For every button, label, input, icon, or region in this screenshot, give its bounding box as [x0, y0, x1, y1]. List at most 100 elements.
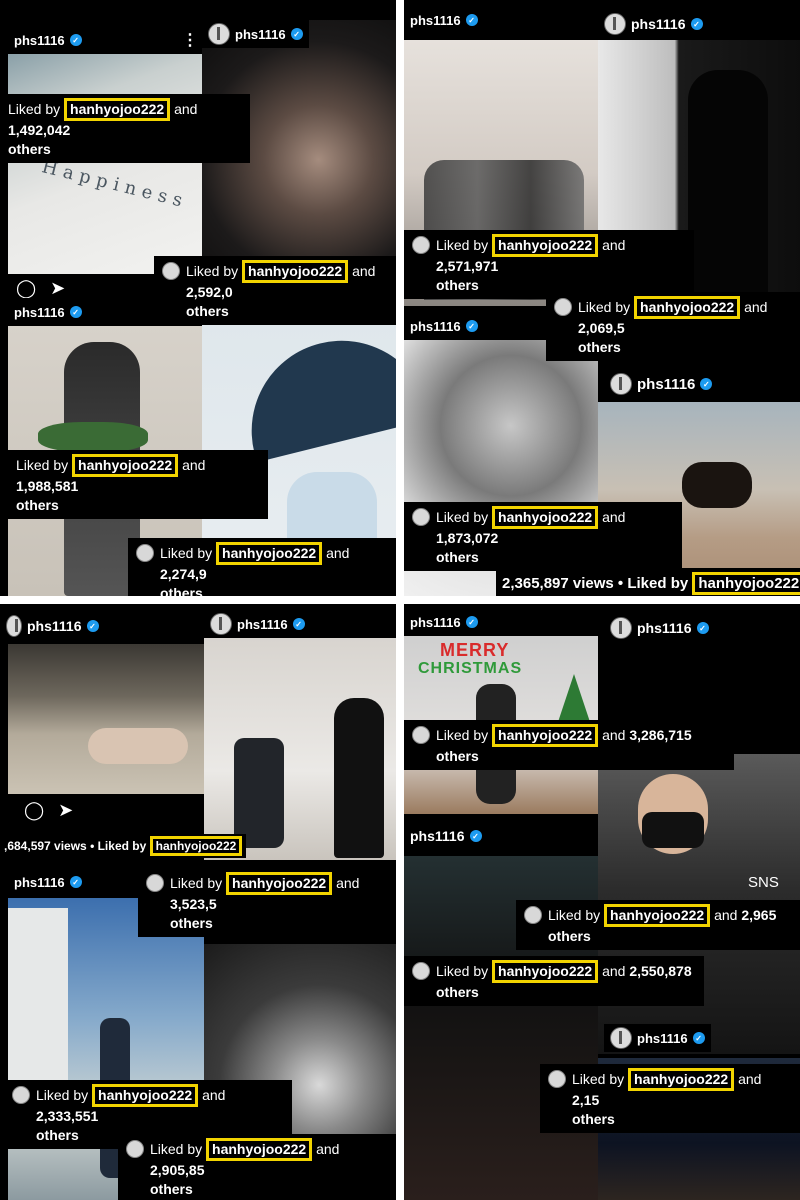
verified-icon: ✓ [465, 320, 478, 332]
post-image-hallway-pose[interactable] [204, 638, 396, 860]
post-header[interactable]: phs1116 ✓ [202, 20, 309, 48]
username[interactable]: phs1116 [637, 376, 695, 393]
likes-caption: Liked by hanhyojoo222 and 2,571,971 other… [404, 230, 694, 299]
verified-icon: ✓ [469, 830, 482, 842]
like-count: 2,592,0 [186, 284, 233, 300]
liker-username[interactable]: hanhyojoo222 [206, 1138, 313, 1161]
comment-icon[interactable]: ◯ [16, 278, 36, 299]
avatar-icon[interactable] [610, 373, 632, 395]
avatar-icon[interactable] [610, 617, 632, 639]
avatar-icon [126, 1140, 144, 1158]
sns-text: SNS [748, 874, 779, 891]
likes-caption: Liked by hanhyojoo222 and 1,873,072 other… [404, 502, 682, 571]
username[interactable]: phs1116 [410, 13, 461, 28]
avatar-icon[interactable] [6, 615, 22, 637]
like-count: 2,15 [572, 1092, 600, 1108]
avatar-icon [146, 874, 164, 892]
username[interactable]: phs1116 [637, 620, 692, 636]
verified-icon: ✓ [69, 876, 82, 888]
post-header[interactable]: phs1116 ✓ [404, 822, 598, 850]
building-left [8, 908, 68, 1108]
more-options-icon[interactable]: ⋮ [182, 30, 198, 50]
like-count: 1,873,072 [436, 530, 499, 546]
username[interactable]: phs1116 [410, 319, 461, 334]
avatar-icon [554, 298, 572, 316]
like-count: 2,571,971 [436, 258, 499, 274]
like-count: 2,550,878 [629, 963, 692, 979]
post-header[interactable]: phs1116 ✓ [8, 26, 202, 54]
post-header[interactable]: phs1116 ✓ [604, 614, 715, 642]
liker-username[interactable]: hanhyojoo222 [634, 296, 741, 319]
verified-icon: ✓ [696, 622, 709, 634]
verified-icon: ✓ [86, 620, 99, 632]
username[interactable]: phs1116 [14, 875, 65, 890]
liker-username[interactable]: hanhyojoo222 [492, 724, 599, 747]
username[interactable]: phs1116 [637, 1031, 688, 1046]
collage-panel-bottom-right: MERRY CHRISTMAS SNS phs1116 ✓ phs1116 ✓ … [404, 604, 800, 1200]
username[interactable]: phs1116 [14, 305, 65, 320]
avatar-icon[interactable] [604, 13, 626, 35]
avatar-icon[interactable] [610, 1027, 632, 1049]
avatar-icon [162, 262, 180, 280]
post-actions: ◯ ➤ [16, 278, 65, 299]
liker-username[interactable]: hanhyojoo222 [72, 454, 179, 477]
christmas-text: CHRISTMAS [418, 660, 523, 677]
liker-username[interactable]: hanhyojoo222 [64, 98, 171, 121]
like-count: 1,988,581 [16, 478, 79, 494]
username[interactable]: phs1116 [410, 615, 461, 630]
liker-username[interactable]: hanhyojoo222 [692, 572, 800, 595]
plant-leaves [38, 422, 148, 452]
post-header[interactable]: phs1116 ✓ [404, 608, 598, 636]
liker-username[interactable]: hanhyojoo222 [226, 872, 333, 895]
likes-caption: Liked by hanhyojoo222 and 2,592,0 others [154, 256, 396, 325]
horse-rider [682, 462, 752, 508]
post-header[interactable]: phs1116 ✓ [598, 10, 709, 38]
likes-caption: Liked by hanhyojoo222 and 2,905,85 others [118, 1134, 396, 1200]
hand-shape [88, 728, 188, 764]
likes-caption: Liked by hanhyojoo222 and 1,988,581 other… [8, 450, 268, 519]
liker-username[interactable]: hanhyojoo222 [628, 1068, 735, 1091]
umbrella-shape [232, 322, 396, 463]
collage-panel-top-left: Happiness phs1116 ✓ ⋮ phs1116 ✓ ◯ ➤ phs1… [0, 0, 396, 596]
likes-caption: Liked by hanhyojoo222 and 2,274,9 others [128, 538, 396, 596]
comment-icon[interactable]: ◯ [24, 800, 44, 821]
liker-username[interactable]: hanhyojoo222 [216, 542, 323, 565]
liker-username[interactable]: hanhyojoo222 [492, 506, 599, 529]
mask [642, 812, 704, 848]
verified-icon: ✓ [69, 34, 82, 46]
likes-caption: Liked by hanhyojoo222 and 2,069,5 others [546, 292, 800, 361]
liker-username[interactable]: hanhyojoo222 [149, 836, 243, 856]
liker-username[interactable]: hanhyojoo222 [604, 904, 711, 927]
liker-username[interactable]: hanhyojoo222 [492, 960, 599, 983]
post-header[interactable]: phs1116 ✓ [204, 610, 311, 638]
like-count: 2,965 [741, 907, 777, 923]
like-count: 2,905,85 [150, 1162, 205, 1178]
avatar-icon [524, 906, 542, 924]
username[interactable]: phs1116 [237, 617, 288, 632]
verified-icon: ✓ [290, 28, 303, 40]
post-image-drawing-hands[interactable] [8, 644, 204, 794]
verified-icon: ✓ [69, 306, 82, 318]
username[interactable]: phs1116 [235, 27, 286, 42]
post-header[interactable]: phs1116 ✓ [404, 6, 598, 34]
likes-caption: Liked by hanhyojoo222 and 1,492,042 other… [0, 94, 250, 163]
liker-username[interactable]: hanhyojoo222 [92, 1084, 199, 1107]
username[interactable]: phs1116 [27, 618, 82, 634]
username[interactable]: phs1116 [14, 33, 65, 48]
post-header[interactable]: phs1116 ✓ [604, 370, 719, 398]
post-image-happiness[interactable]: Happiness [8, 54, 202, 274]
username[interactable]: phs1116 [410, 828, 465, 844]
share-icon[interactable]: ➤ [50, 278, 65, 299]
verified-icon: ✓ [690, 18, 703, 30]
post-header[interactable]: phs1116 ✓ [604, 1024, 711, 1052]
liker-username[interactable]: hanhyojoo222 [492, 234, 599, 257]
liker-username[interactable]: hanhyojoo222 [242, 260, 349, 283]
like-count: 2,274,9 [160, 566, 207, 582]
avatar-icon[interactable] [210, 613, 232, 635]
username[interactable]: phs1116 [631, 16, 686, 32]
likes-caption: Liked by hanhyojoo222 and 2,15 others [540, 1064, 800, 1133]
avatar-icon[interactable] [208, 23, 230, 45]
avatar-icon [548, 1070, 566, 1088]
share-icon[interactable]: ➤ [58, 800, 73, 821]
post-header[interactable]: phs1116 ✓ [0, 612, 105, 640]
